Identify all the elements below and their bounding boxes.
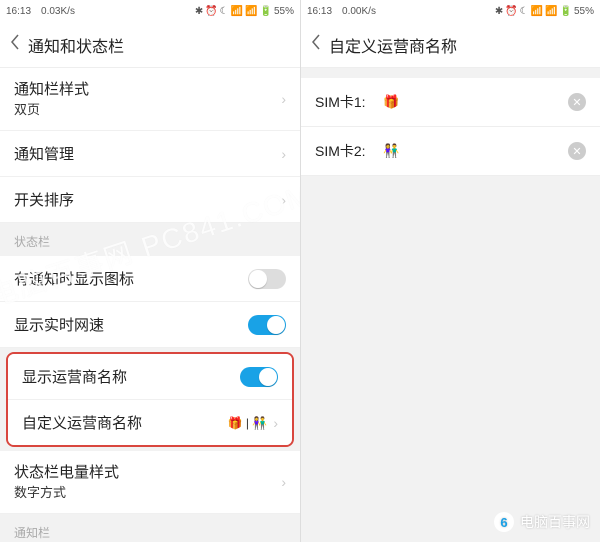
sim2-value[interactable]: 👫 — [383, 143, 560, 159]
dnd-icon: ☾ — [220, 6, 229, 17]
bluetooth-icon: ✱ — [195, 6, 203, 17]
navbar: 通知和状态栏 — [0, 22, 300, 68]
wifi-icon: 📶 — [231, 6, 243, 17]
row-label: 通知栏样式 — [14, 78, 286, 99]
row-label: 通知管理 — [14, 143, 281, 164]
toggle-show-carrier[interactable] — [240, 367, 278, 387]
row-custom-carrier[interactable]: 自定义运营商名称 🎁 | 👫 › — [8, 400, 292, 445]
chevron-right-icon: › — [281, 474, 286, 490]
chevron-right-icon: › — [281, 91, 286, 107]
row-toggle-order[interactable]: 开关排序 › — [0, 177, 300, 223]
statusbar: 16:13 0.00K/s ✱ ⏰ ☾ 📶 📶 🔋 55% — [301, 0, 600, 22]
highlight-box: 显示运营商名称 自定义运营商名称 🎁 | 👫 › — [6, 352, 294, 447]
chevron-left-icon — [311, 34, 321, 50]
sim1-label: SIM卡1: — [315, 92, 375, 112]
battery-icon: 🔋 — [560, 6, 572, 17]
chevron-right-icon: › — [281, 146, 286, 162]
clear-sim1-button[interactable]: ✕ — [568, 93, 586, 111]
screen-left: 16:13 0.03K/s ✱ ⏰ ☾ 📶 📶 🔋 55% 通知和状态栏 通知栏… — [0, 0, 300, 542]
row-sub: 双页 — [14, 99, 286, 118]
battery-percent: 55% — [274, 6, 294, 17]
page-title: 自定义运营商名称 — [329, 33, 457, 57]
dnd-icon: ☾ — [520, 6, 529, 17]
section-notification: 通知栏 — [0, 514, 300, 542]
row-label: 自定义运营商名称 — [22, 412, 228, 433]
battery-percent: 55% — [574, 6, 594, 17]
back-button[interactable] — [311, 34, 329, 55]
row-label: 状态栏电量样式 — [14, 461, 286, 482]
toggle-show-speed[interactable] — [248, 315, 286, 335]
battery-icon: 🔋 — [260, 6, 272, 17]
signal-icon: 📶 — [545, 6, 557, 17]
chevron-right-icon: › — [273, 415, 278, 431]
row-show-icon[interactable]: 有通知时显示图标 — [0, 256, 300, 302]
brand-text: 电脑百事网 — [520, 512, 590, 532]
brand-badge: 6 电脑百事网 — [494, 512, 590, 532]
screen-right: 16:13 0.00K/s ✱ ⏰ ☾ 📶 📶 🔋 55% 自定义运营商名称 — [300, 0, 600, 542]
row-notification-style[interactable]: 通知栏样式 双页 › — [0, 68, 300, 131]
carrier-value: 🎁 | 👫 — [228, 416, 268, 430]
sim1-value[interactable]: 🎁 — [383, 94, 560, 110]
status-time: 16:13 — [307, 6, 332, 17]
sim1-row[interactable]: SIM卡1: 🎁 ✕ — [301, 78, 600, 127]
row-label: 开关排序 — [14, 189, 281, 210]
brand-icon: 6 — [494, 512, 514, 532]
row-show-carrier[interactable]: 显示运营商名称 — [8, 354, 292, 400]
wifi-icon: 📶 — [531, 6, 543, 17]
row-label: 显示运营商名称 — [22, 366, 240, 387]
signal-icon: 📶 — [245, 6, 257, 17]
row-sub: 数字方式 — [14, 482, 286, 501]
row-show-speed[interactable]: 显示实时网速 — [0, 302, 300, 348]
row-notification-manage[interactable]: 通知管理 › — [0, 131, 300, 177]
chevron-left-icon — [10, 34, 20, 50]
sim2-label: SIM卡2: — [315, 141, 375, 161]
statusbar: 16:13 0.03K/s ✱ ⏰ ☾ 📶 📶 🔋 55% — [0, 0, 300, 22]
status-netspeed: 0.03K/s — [41, 6, 75, 17]
clear-sim2-button[interactable]: ✕ — [568, 142, 586, 160]
content-left: 通知栏样式 双页 › 通知管理 › 开关排序 › 状态栏 有通知时显示图标 显示… — [0, 68, 300, 542]
sim2-row[interactable]: SIM卡2: 👫 ✕ — [301, 127, 600, 176]
section-statusbar: 状态栏 — [0, 223, 300, 256]
navbar: 自定义运营商名称 — [301, 22, 600, 68]
page-title: 通知和状态栏 — [28, 33, 124, 57]
alarm-icon: ⏰ — [505, 6, 517, 17]
row-battery-style[interactable]: 状态栏电量样式 数字方式 › — [0, 451, 300, 514]
row-label: 有通知时显示图标 — [14, 268, 248, 289]
status-netspeed: 0.00K/s — [342, 6, 376, 17]
bluetooth-icon: ✱ — [495, 6, 503, 17]
chevron-right-icon: › — [281, 192, 286, 208]
toggle-show-icon[interactable] — [248, 269, 286, 289]
status-time: 16:13 — [6, 6, 31, 17]
row-label: 显示实时网速 — [14, 314, 248, 335]
alarm-icon: ⏰ — [205, 6, 217, 17]
content-right: SIM卡1: 🎁 ✕ SIM卡2: 👫 ✕ — [301, 68, 600, 542]
back-button[interactable] — [10, 34, 28, 55]
